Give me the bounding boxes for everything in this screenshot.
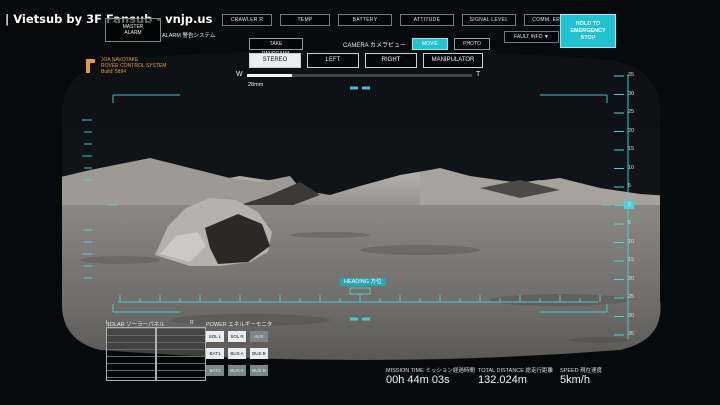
logo-icon (86, 59, 95, 73)
solar-left-label: L (106, 320, 109, 326)
right-scale-label: 35 (628, 72, 635, 78)
status-crawler[interactable]: CRAWLER R (222, 14, 272, 26)
zoom-slider-fill (247, 74, 292, 77)
view-left-button[interactable]: LEFT (307, 53, 359, 68)
speed-value: 5km/h (560, 374, 590, 386)
photo-mode-button[interactable]: PHOTO (454, 38, 491, 50)
master-alarm-line2: ALARM (124, 30, 142, 36)
speed-label: SPEED 現在速度 (560, 368, 603, 374)
horizon-left (0, 200, 60, 210)
power-button[interactable]: SOL R (228, 331, 246, 342)
power-button[interactable]: BAT1 (206, 348, 224, 359)
alarm-label: ALARM 警告システム (162, 33, 216, 39)
right-scale-label: 10 (628, 238, 635, 245)
bracket-tl (112, 94, 180, 103)
bracket-br (540, 304, 608, 313)
estop-line2: EMERGENCY (570, 27, 606, 34)
right-scale-label: 20 (628, 275, 635, 282)
solar-panel-left-gauge (106, 327, 156, 381)
bracket-tr (540, 94, 608, 103)
logo-line3: Build: 5894 (101, 69, 127, 75)
heading-label: HEADING 方位 (340, 278, 386, 286)
estop-line1: HOLD TO (575, 20, 601, 27)
view-right-button[interactable]: RIGHT (365, 53, 417, 68)
emergency-stop-button[interactable]: HOLD TO EMERGENCY STOP (560, 14, 616, 48)
power-button[interactable]: AUX (250, 331, 268, 342)
status-strip: CRAWLER R TEMP BATTERY ATTITUDE SIGNAL L… (222, 14, 576, 28)
master-alarm-button[interactable]: MASTER ALARM (105, 18, 161, 42)
distance-label: TOTAL DISTANCE 総走行距離 (478, 368, 553, 374)
right-scale-label: 25 (628, 109, 635, 115)
right-scale-label: 30 (628, 90, 635, 97)
movie-mode-button[interactable]: MOVIE (412, 38, 449, 50)
solar-right-label: R (190, 320, 194, 326)
bracket-bl (112, 304, 180, 313)
status-signal-level[interactable]: SIGNAL LEVEL (462, 14, 516, 26)
logo: JOA NAVOTAKE ROVER CONTROL SYSTEM Build:… (84, 57, 166, 75)
horizon-right (660, 200, 720, 210)
zoom-value: 28mm (248, 82, 264, 88)
heading-marker (349, 287, 371, 295)
fault-info-dropdown[interactable]: FAULT INFO ▼ (504, 31, 559, 43)
power-button[interactable]: BUS A (228, 348, 246, 359)
view-stereo-button[interactable]: STEREO (249, 53, 301, 68)
rover-hud: | Vietsub by 3F Fansub - vnjp.us MASTER … (0, 0, 720, 405)
right-scale-label: 15 (628, 146, 635, 152)
power-label: POWER エネルギーモニタ (206, 322, 273, 328)
right-scale-ticks (614, 75, 624, 336)
right-scale-label: 0 (628, 201, 632, 208)
power-button[interactable]: SOL L (206, 331, 224, 342)
right-scale-label: 25 (628, 294, 635, 300)
right-scale-label: 35 (628, 331, 635, 337)
right-scale-label: 30 (628, 312, 635, 319)
status-attitude[interactable]: ATTITUDE (400, 14, 454, 26)
zoom-wide-label: W (236, 71, 243, 78)
heading-ticks (119, 295, 601, 302)
status-temp[interactable]: TEMP (280, 14, 330, 26)
power-button[interactable]: BUS B (250, 348, 268, 359)
power-button[interactable]: BUS A (228, 365, 246, 376)
power-button[interactable]: BAT2 (206, 365, 224, 376)
solar-panel-right-gauge (156, 327, 206, 381)
take-panorama-button[interactable]: TAKE PANORAMA (249, 38, 303, 57)
status-battery[interactable]: BATTERY (338, 14, 392, 26)
camera-views: STEREO LEFT RIGHT MANIPULATOR (249, 53, 483, 68)
mission-time-value: 00h 44m 03s (386, 374, 450, 386)
mission-time-label: MISSION TIME ミッション経過時間 (386, 368, 475, 374)
camera-label: CAMERA カメラビュー (343, 42, 407, 49)
right-scale-label: 5 (628, 183, 632, 189)
left-scale (82, 119, 92, 279)
right-scale-label: 5 (628, 220, 632, 226)
view-manipulator-button[interactable]: MANIPULATOR (423, 53, 483, 68)
zoom-slider[interactable] (247, 74, 472, 77)
right-scale-label: 10 (628, 164, 635, 171)
camera-controls: TAKE PANORAMA CAMERA カメラビュー MOVIE PHOTO (249, 38, 491, 57)
distance-value: 132.024m (478, 374, 527, 386)
power-button[interactable]: BUS B (250, 365, 268, 376)
right-scale-label: 20 (628, 127, 635, 134)
zoom-tele-label: T (476, 71, 481, 78)
estop-line3: STOP (580, 34, 596, 41)
right-scale-label: 15 (628, 257, 635, 263)
